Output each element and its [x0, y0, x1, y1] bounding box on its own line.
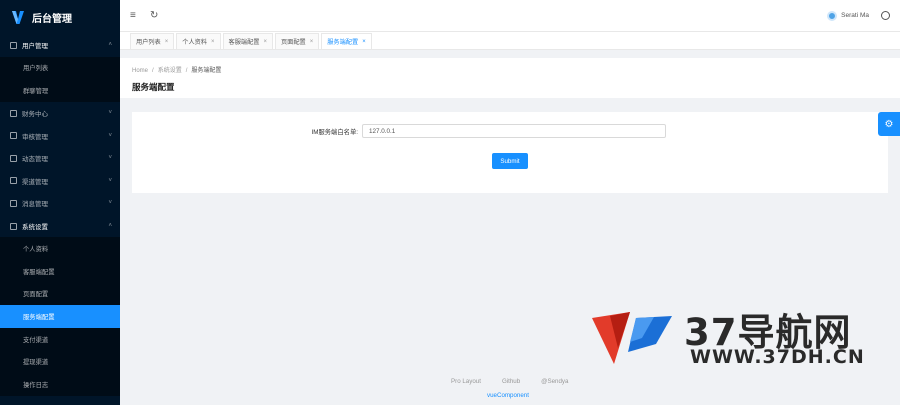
sidebar-menu-1[interactable]: 财务中心 ˅: [0, 102, 120, 125]
tab[interactable]: 个人资料 ×: [176, 33, 221, 49]
sidebar-item[interactable]: 操作日志: [0, 373, 120, 396]
tab[interactable]: 用户列表 ×: [130, 33, 175, 49]
chevron-down-icon: ˅: [108, 155, 112, 162]
sidebar-menu: 用户管理 ˄ 用户列表 群聊管理财务中心 ˅ 审核管理 ˅ 动态管理 ˅ 渠道管理 ˅ 消息管理 ˅ 系统…: [0, 34, 120, 396]
app-title: 后台管理: [32, 13, 72, 25]
channel-icon: [10, 177, 17, 185]
sidebar-menu-label: 财务中心: [22, 111, 48, 119]
page-title: 服务端配置: [132, 82, 175, 92]
table-icon: [10, 41, 17, 49]
sidebar-submenu: 用户列表 群聊管理: [0, 56, 120, 102]
tab-label: 服务端配置: [327, 39, 359, 46]
footer-copyright[interactable]: vueComponent: [487, 392, 529, 399]
tab[interactable]: 页面配置 ×: [274, 33, 320, 49]
chevron-down-icon: ˅: [108, 177, 112, 184]
message-icon: [10, 199, 17, 207]
submit-button[interactable]: Submit: [492, 153, 528, 169]
logo-icon: [12, 10, 24, 24]
sidebar-menu-3[interactable]: 动态管理 ˅: [0, 147, 120, 170]
breadcrumb-home[interactable]: Home: [132, 68, 148, 74]
sidebar-menu-label: 动态管理: [22, 156, 48, 164]
tab-label: 客服端配置: [228, 39, 260, 46]
tab-label: 个人资料: [182, 39, 208, 46]
sidebar: 后台管理 用户管理 ˄ 用户列表 群聊管理 财务中心 ˅ 审核管理 ˅ 动态管理 ˅ 渠道管理 ˅ 消息…: [0, 0, 120, 405]
chevron-up-icon: ˄: [108, 42, 112, 49]
breadcrumb-system[interactable]: 系统设置: [158, 68, 182, 74]
sidebar-item[interactable]: 用户列表: [0, 57, 120, 80]
feed-icon: [10, 154, 17, 162]
tab[interactable]: 客服端配置 ×: [222, 33, 273, 49]
watermark-url: WWW.37DH.CN: [690, 346, 865, 368]
sidebar-menu-label: 审核管理: [22, 133, 48, 141]
tab-bar: 用户列表 × 个人资料 × 客服端配置 × 页面配置 × 服务端配置 ×: [120, 31, 900, 50]
sidebar-item[interactable]: 群聊管理: [0, 79, 120, 102]
top-header: ≡ ↻ Serati Ma: [120, 0, 900, 31]
chevron-up-icon: ˄: [108, 223, 112, 230]
watermark: 37导航网 WWW.37DH.CN: [592, 302, 892, 374]
sidebar-menu-2[interactable]: 审核管理 ˅: [0, 124, 120, 147]
close-icon[interactable]: ×: [211, 39, 215, 45]
sidebar-menu-label: 用户管理: [22, 43, 48, 51]
whitelist-input[interactable]: [362, 124, 666, 138]
close-icon[interactable]: ×: [362, 39, 366, 45]
sidebar-menu-4[interactable]: 渠道管理 ˅: [0, 170, 120, 193]
footer-link[interactable]: Pro Layout: [451, 378, 481, 385]
chevron-down-icon: ˅: [108, 110, 112, 117]
menu-fold-icon[interactable]: ≡: [130, 10, 140, 21]
audit-icon: [10, 132, 17, 140]
gear-icon: [10, 222, 17, 230]
logo[interactable]: 后台管理: [0, 0, 120, 34]
footer-link[interactable]: @Sendya: [541, 378, 568, 385]
watermark-logo: [592, 312, 672, 364]
user-menu[interactable]: Serati Ma: [827, 10, 869, 21]
sidebar-item[interactable]: 服务端配置: [0, 305, 120, 328]
sidebar-menu-0[interactable]: 用户管理 ˄: [0, 34, 120, 57]
globe-icon[interactable]: [881, 11, 890, 20]
breadcrumb-current: 服务端配置: [191, 68, 222, 74]
tab-label: 用户列表: [136, 39, 161, 46]
settings-drawer-button[interactable]: ⚙: [878, 112, 900, 136]
form-card: IM服务端白名单: Submit: [132, 112, 888, 193]
finance-icon: [10, 109, 17, 117]
sidebar-menu-label: 消息管理: [22, 201, 48, 209]
gear-icon: ⚙: [884, 118, 894, 130]
sidebar-item[interactable]: 支付渠道: [0, 328, 120, 351]
sidebar-menu-5[interactable]: 消息管理 ˅: [0, 192, 120, 215]
whitelist-row: IM服务端白名单:: [304, 124, 666, 138]
tab-label: 页面配置: [280, 39, 306, 46]
reload-icon[interactable]: ↻: [150, 10, 160, 21]
whitelist-label: IM服务端白名单:: [311, 128, 358, 136]
sidebar-submenu: 个人资料 客服端配置 页面配置 服务端配置 支付渠道 提现渠道 操作日志: [0, 237, 120, 396]
tab[interactable]: 服务端配置 ×: [321, 33, 372, 49]
sidebar-item[interactable]: 提现渠道: [0, 350, 120, 373]
sidebar-menu-label: 渠道管理: [22, 178, 48, 186]
close-icon[interactable]: ×: [310, 39, 314, 45]
chevron-down-icon: ˅: [108, 132, 112, 139]
sidebar-item[interactable]: 页面配置: [0, 283, 120, 306]
chevron-down-icon: ˅: [108, 200, 112, 207]
avatar: [827, 10, 838, 21]
close-icon[interactable]: ×: [165, 39, 169, 45]
user-name: Serati Ma: [841, 12, 869, 19]
page-header: Home / 系统设置 / 服务端配置 服务端配置: [120, 58, 900, 98]
close-icon[interactable]: ×: [263, 39, 267, 45]
footer-link[interactable]: Github: [502, 378, 520, 385]
sidebar-menu-6[interactable]: 系统设置 ˄: [0, 215, 120, 238]
footer-links: Pro Layout Github @Sendya: [451, 378, 589, 385]
sidebar-item[interactable]: 个人资料: [0, 237, 120, 260]
sidebar-menu-label: 系统设置: [22, 224, 48, 232]
breadcrumb: Home / 系统设置 / 服务端配置: [132, 68, 222, 74]
sidebar-item[interactable]: 客服端配置: [0, 260, 120, 283]
